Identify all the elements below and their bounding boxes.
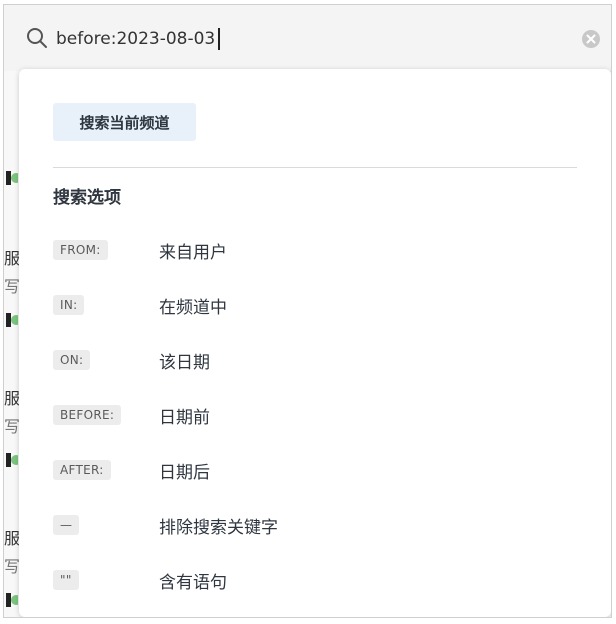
background-snippet: 写 [4,277,21,296]
avatar-icon [6,593,18,607]
search-window: before:2023-08-03 服 写 服 写 服 写 搜索当前频道 搜索选… [3,4,612,618]
background-snippet: 写 [4,557,21,576]
background-message-list: 服 写 服 写 服 写 [4,71,21,617]
background-snippet: 服 [4,389,21,408]
option-before[interactable]: BEFORE: 日期前 [53,398,593,432]
option-label: 日期后 [159,462,210,483]
avatar-icon [6,313,18,327]
avatar-icon [6,171,18,185]
option-after[interactable]: AFTER: 日期后 [53,453,593,487]
search-icon [27,28,47,48]
search-input[interactable]: before:2023-08-03 [56,25,220,53]
option-label: 含有语句 [159,572,227,593]
option-on[interactable]: ON: 该日期 [53,343,593,377]
option-chip: BEFORE: [53,405,122,425]
text-caret [218,28,220,50]
search-current-channel-button[interactable]: 搜索当前频道 [53,103,196,141]
option-chip: FROM: [53,240,108,260]
option-label: 排除搜索关键字 [159,517,278,538]
option-in[interactable]: IN: 在频道中 [53,288,593,322]
search-options-title: 搜索选项 [53,188,121,208]
background-snippet: 服 [4,249,21,268]
option-chip: — [53,515,80,535]
option-chip: ON: [53,350,91,370]
avatar-icon [6,453,18,467]
option-phrase[interactable]: "" 含有语句 [53,563,593,597]
option-chip: IN: [53,295,85,315]
option-chip: AFTER: [53,460,111,480]
search-options-dropdown: 搜索当前频道 搜索选项 FROM: 来自用户 IN: 在频道中 ON: 该日期 … [19,69,611,617]
clear-icon[interactable] [581,29,601,49]
option-chip: "" [53,570,79,590]
option-exclude[interactable]: — 排除搜索关键字 [53,508,593,542]
search-input-value: before:2023-08-03 [56,29,216,49]
background-snippet: 服 [4,529,21,548]
divider [53,167,577,168]
search-bar: before:2023-08-03 [4,5,611,72]
option-label: 来自用户 [159,242,227,263]
option-from[interactable]: FROM: 来自用户 [53,233,593,267]
option-label: 该日期 [159,352,210,373]
background-snippet: 写 [4,417,21,436]
option-label: 在频道中 [159,297,227,318]
option-label: 日期前 [159,407,210,428]
